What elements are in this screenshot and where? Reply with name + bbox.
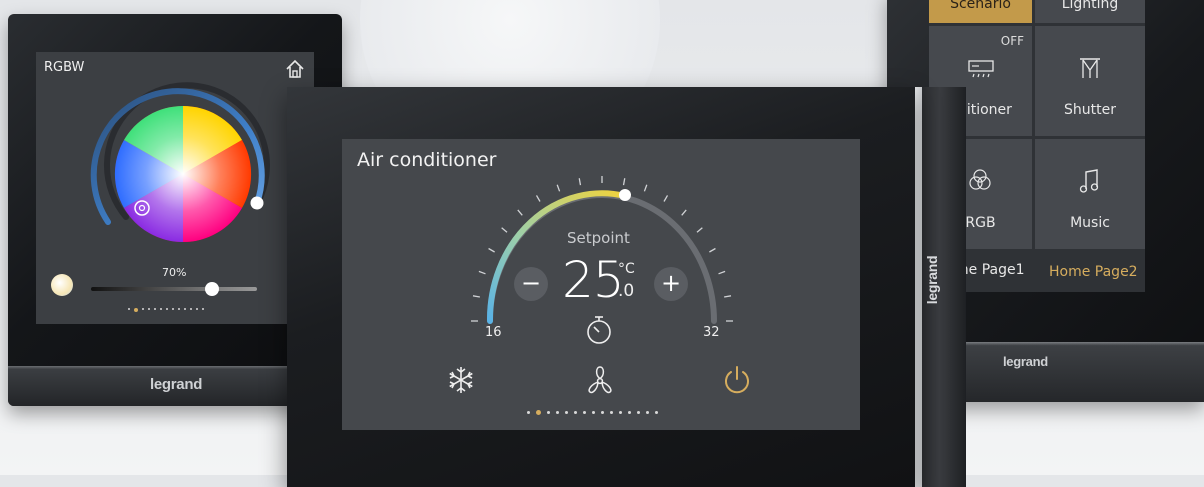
dial-tick <box>709 247 716 253</box>
side-brand-logo: legrand <box>924 255 941 305</box>
page-dot[interactable] <box>154 308 156 310</box>
dial-tick <box>724 295 732 298</box>
page-dot[interactable] <box>178 308 180 310</box>
tile-shutter[interactable]: Shutter <box>1035 26 1145 136</box>
tile-scenario[interactable]: Scenario <box>929 0 1032 23</box>
page-dot[interactable] <box>142 308 144 310</box>
air-conditioner-icon <box>968 60 994 78</box>
page-indicator <box>128 308 204 312</box>
rgb-icon <box>969 169 991 190</box>
page-dot[interactable] <box>610 411 613 414</box>
page-dot[interactable] <box>628 411 631 414</box>
dial-tick <box>556 184 561 192</box>
tile-lighting[interactable]: Lighting <box>1035 0 1145 23</box>
page-dot[interactable] <box>160 308 162 310</box>
dial-tick <box>472 295 480 298</box>
timer-icon[interactable] <box>584 314 614 346</box>
page-dot[interactable] <box>646 411 649 414</box>
dial-tick <box>488 247 495 253</box>
white-swatch[interactable] <box>51 274 73 296</box>
page-dot[interactable] <box>655 411 658 414</box>
page-dot[interactable] <box>196 308 198 310</box>
page-dot[interactable] <box>565 411 568 414</box>
page-dot[interactable] <box>583 411 586 414</box>
page-dot[interactable] <box>547 411 550 414</box>
plus-icon: + <box>660 269 682 297</box>
increase-button[interactable]: + <box>654 267 688 301</box>
ring-slider-knob[interactable] <box>250 196 264 210</box>
dial-tick <box>681 209 687 216</box>
dial-min-label: 16 <box>485 325 502 340</box>
page-dot[interactable] <box>128 308 130 310</box>
temperature-value: 25 <box>562 251 625 309</box>
temperature-unit: °C <box>618 261 635 277</box>
setpoint-knob[interactable] <box>619 189 631 201</box>
page-dot[interactable] <box>574 411 577 414</box>
color-wheel[interactable] <box>114 105 252 243</box>
status-badge: OFF <box>1000 34 1024 48</box>
ac-screen: Air conditioner Setpoint − 25 °C .0 + 16 <box>342 139 860 430</box>
temperature-decimal: .0 <box>618 281 635 301</box>
dial-tick <box>478 270 486 275</box>
color-wheel-area <box>90 82 270 243</box>
dial-tick <box>517 209 523 216</box>
dial-tick <box>578 178 582 186</box>
page-dot[interactable] <box>184 308 186 310</box>
dial-tick <box>718 270 726 275</box>
page-dot[interactable] <box>619 411 622 414</box>
brand-logo: legrand <box>150 376 203 393</box>
snowflake-icon[interactable] <box>446 365 476 395</box>
page-dot-active[interactable] <box>134 308 138 312</box>
page-dot-active[interactable] <box>536 410 541 415</box>
tab-home-page2[interactable]: Home Page2 <box>1049 264 1138 280</box>
fan-icon[interactable] <box>584 365 616 395</box>
page-dot[interactable] <box>601 411 604 414</box>
dial-tick <box>663 195 669 202</box>
shutter-icon <box>1080 58 1100 78</box>
page-dot[interactable] <box>166 308 168 310</box>
device-side-edge: legrand <box>922 87 966 487</box>
page-dot[interactable] <box>556 411 559 414</box>
page-dot[interactable] <box>190 308 192 310</box>
setpoint-label: Setpoint <box>567 229 630 247</box>
rgbw-screen: RGBW 70% <box>36 52 314 324</box>
page-dot[interactable] <box>592 411 595 414</box>
page-dot[interactable] <box>637 411 640 414</box>
page-dot[interactable] <box>148 308 150 310</box>
dial-tick <box>622 178 626 186</box>
dial-tick <box>643 184 648 192</box>
music-icon <box>1079 169 1099 193</box>
brightness-knob[interactable] <box>205 282 219 296</box>
page-dot[interactable] <box>172 308 174 310</box>
decrease-button[interactable]: − <box>514 267 548 301</box>
brightness-label: 70% <box>162 266 187 279</box>
air-conditioner-device: Air conditioner Setpoint − 25 °C .0 + 16 <box>287 87 915 487</box>
brightness-track[interactable] <box>91 287 257 291</box>
minus-icon: − <box>520 269 542 297</box>
page-indicator <box>527 410 658 415</box>
tile-music[interactable]: Music <box>1035 139 1145 249</box>
page-dot[interactable] <box>202 308 204 310</box>
dial-tick <box>696 227 703 233</box>
dial-tick <box>535 195 541 202</box>
page-dot[interactable] <box>527 411 530 414</box>
dial-tick <box>501 227 508 233</box>
brand-logo: legrand <box>1003 354 1048 369</box>
power-icon[interactable] <box>721 364 753 396</box>
dial-max-label: 32 <box>703 325 720 340</box>
